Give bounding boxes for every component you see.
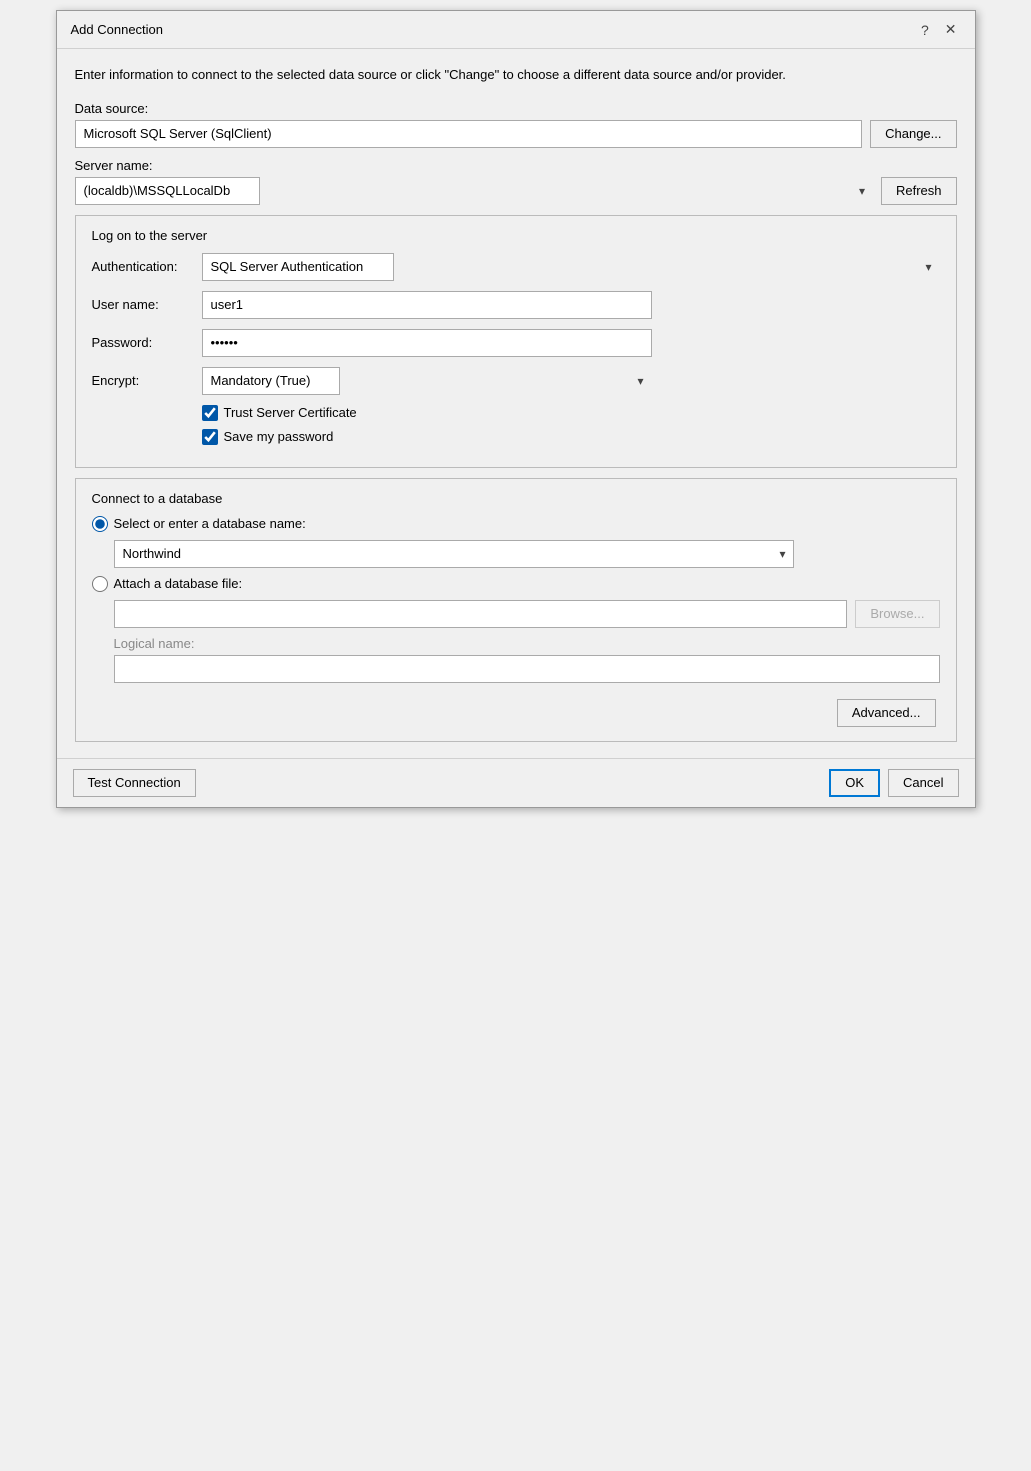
username-input[interactable] [202,291,652,319]
server-name-select-wrapper: (localdb)\MSSQLLocalDb [75,177,873,205]
auth-select[interactable]: SQL Server Authentication Windows Authen… [202,253,394,281]
encrypt-label: Encrypt: [92,373,202,388]
data-source-row: Change... [75,120,957,148]
title-bar-controls: ? ✕ [915,19,963,40]
data-source-input[interactable] [75,120,863,148]
trust-cert-checkbox[interactable] [202,405,218,421]
add-connection-dialog: Add Connection ? ✕ Enter information to … [56,10,976,808]
help-button[interactable]: ? [915,20,935,40]
browse-button[interactable]: Browse... [855,600,939,628]
connect-db-section: Connect to a database Select or enter a … [75,478,957,742]
connect-db-title: Connect to a database [92,491,940,506]
dialog-body: Enter information to connect to the sele… [57,49,975,758]
log-on-title: Log on to the server [92,228,940,243]
server-name-select[interactable]: (localdb)\MSSQLLocalDb [75,177,260,205]
logical-name-label: Logical name: [114,636,940,651]
close-button[interactable]: ✕ [939,19,963,40]
test-connection-button[interactable]: Test Connection [73,769,196,797]
data-source-section: Data source: Change... [75,101,957,148]
save-password-label[interactable]: Save my password [224,429,334,444]
ok-button[interactable]: OK [829,769,880,797]
dialog-title: Add Connection [71,22,164,37]
password-label: Password: [92,335,202,350]
logical-input-wrapper [114,655,940,683]
attach-file-radio[interactable] [92,576,108,592]
data-source-label: Data source: [75,101,957,116]
encrypt-select[interactable]: Mandatory (True) Optional (False) Strict… [202,367,340,395]
encrypt-select-wrapper: Mandatory (True) Optional (False) Strict… [202,367,652,395]
footer: Test Connection OK Cancel [57,758,975,807]
footer-right: OK Cancel [829,769,958,797]
password-input[interactable] [202,329,652,357]
password-row: Password: [92,329,940,357]
advanced-button[interactable]: Advanced... [837,699,936,727]
attach-file-radio-row: Attach a database file: [92,576,940,592]
select-db-radio[interactable] [92,516,108,532]
auth-select-wrapper: SQL Server Authentication Windows Authen… [202,253,940,281]
username-label: User name: [92,297,202,312]
cancel-button[interactable]: Cancel [888,769,958,797]
auth-row: Authentication: SQL Server Authenticatio… [92,253,940,281]
trust-cert-row: Trust Server Certificate [202,405,940,421]
save-password-checkbox[interactable] [202,429,218,445]
browse-row: Browse... [114,600,940,628]
select-db-label[interactable]: Select or enter a database name: [114,516,306,531]
server-name-label: Server name: [75,158,957,173]
description-text: Enter information to connect to the sele… [75,65,957,85]
auth-label: Authentication: [92,259,202,274]
attach-file-input[interactable] [114,600,848,628]
trust-cert-label[interactable]: Trust Server Certificate [224,405,357,420]
logical-name-input[interactable] [114,655,940,683]
select-db-radio-row: Select or enter a database name: [92,516,940,532]
encrypt-row: Encrypt: Mandatory (True) Optional (Fals… [92,367,940,395]
log-on-section: Log on to the server Authentication: SQL… [75,215,957,468]
change-button[interactable]: Change... [870,120,956,148]
attach-file-label[interactable]: Attach a database file: [114,576,243,591]
server-name-section: Server name: (localdb)\MSSQLLocalDb Refr… [75,158,957,205]
db-name-select[interactable]: Northwind master model msdb tempdb [114,540,794,568]
advanced-row: Advanced... [92,699,940,727]
server-name-row: (localdb)\MSSQLLocalDb Refresh [75,177,957,205]
db-name-select-wrapper: Northwind master model msdb tempdb [114,540,794,568]
title-bar: Add Connection ? ✕ [57,11,975,49]
refresh-button[interactable]: Refresh [881,177,957,205]
username-row: User name: [92,291,940,319]
save-password-row: Save my password [202,429,940,445]
db-name-row: Northwind master model msdb tempdb [114,540,940,568]
